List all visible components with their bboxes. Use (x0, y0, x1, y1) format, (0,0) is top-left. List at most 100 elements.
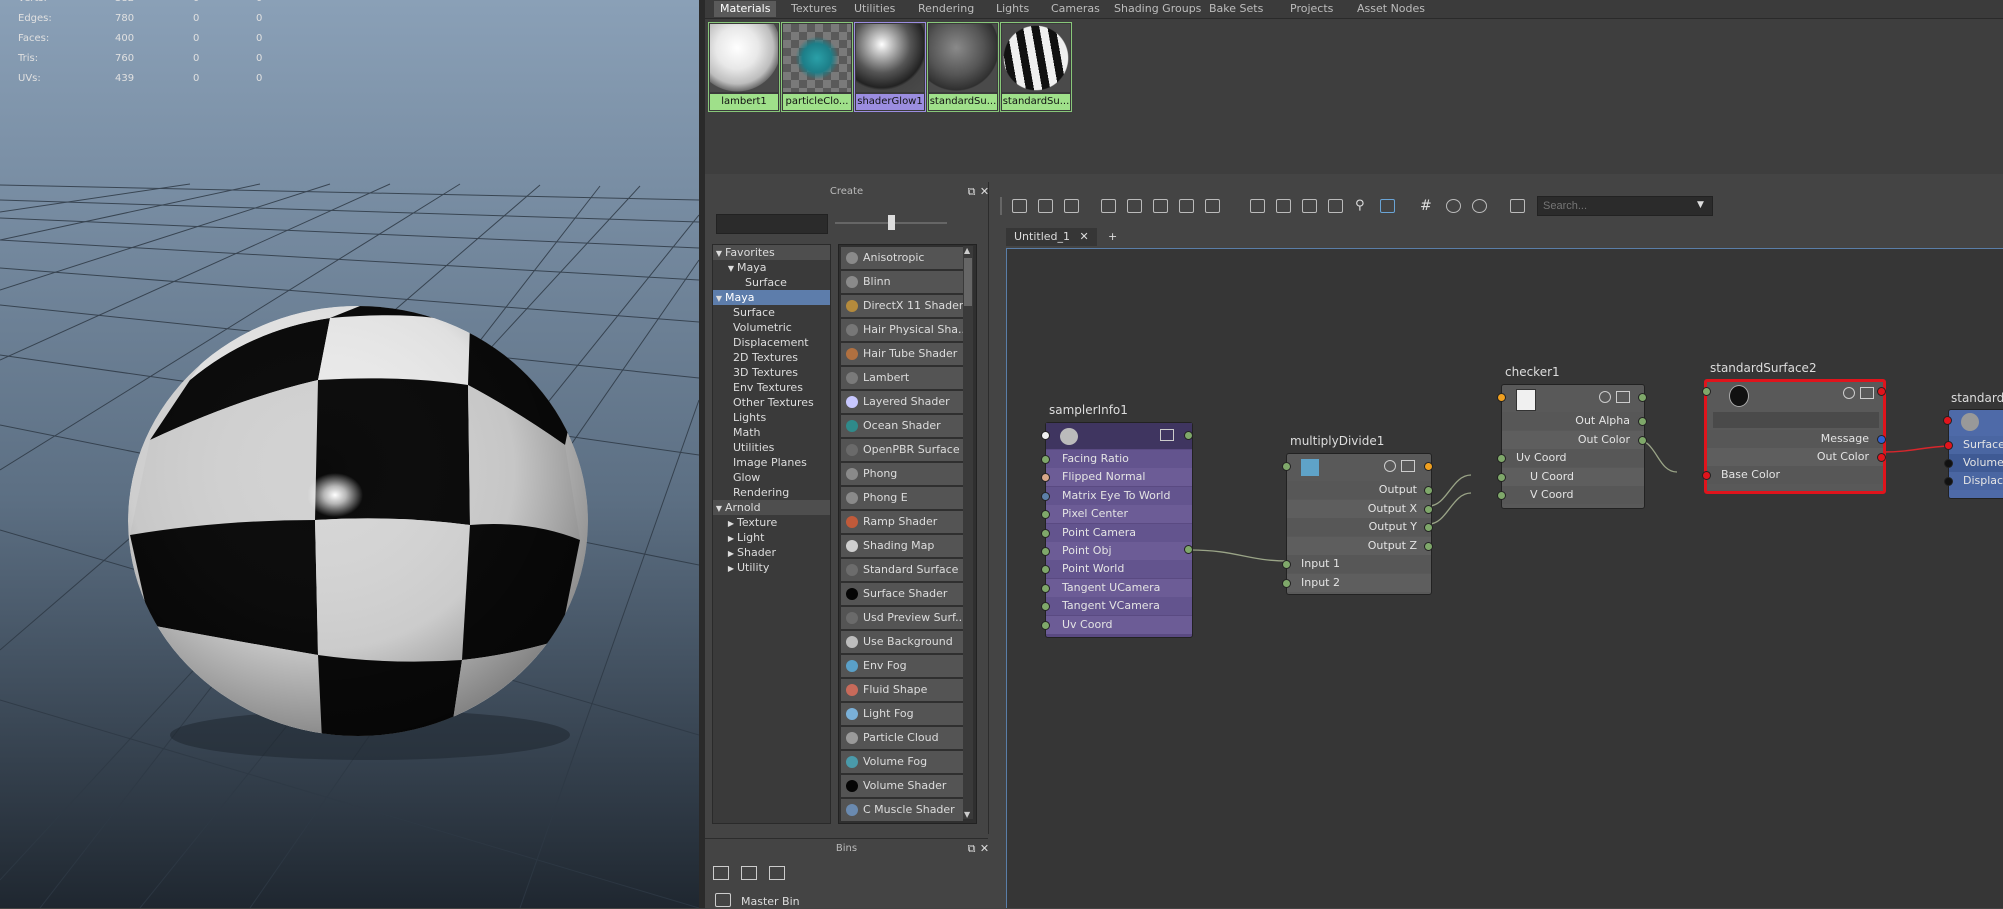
node-attribute-row[interactable]: Uv Coord (1046, 615, 1192, 634)
create-node-item[interactable]: Standard Surface (841, 559, 963, 581)
node-attribute-row[interactable]: Base Color (1707, 466, 1883, 484)
create-node-item[interactable]: Use Background (841, 631, 963, 653)
tree-item[interactable]: Displacement (713, 335, 830, 350)
node-input-port[interactable] (1943, 416, 1952, 425)
create-node-item[interactable]: Env Fog (841, 655, 963, 677)
pin-icon[interactable] (1380, 199, 1395, 213)
search-icon[interactable]: ⚲ (1355, 198, 1365, 213)
close-panel-icon[interactable]: ✕ (979, 186, 990, 197)
expand-arrow-icon[interactable]: ▼ (713, 291, 725, 306)
attribute-output-port[interactable] (1424, 541, 1433, 551)
attribute-output-port[interactable] (1424, 523, 1433, 532)
node-attribute-row[interactable]: Output X (1287, 499, 1431, 518)
collapse-arrow-icon[interactable]: ▶ (725, 546, 737, 561)
attribute-port[interactable] (1041, 491, 1050, 501)
node-attribute-row[interactable]: Output (1287, 481, 1431, 499)
node-output-port[interactable] (1638, 393, 1647, 402)
create-search-input[interactable] (716, 214, 828, 234)
node-attribute-row[interactable]: Out Color (1707, 448, 1883, 466)
add-tab-button[interactable]: + (1100, 228, 1125, 246)
node-attribute-row[interactable]: Point Obj (1046, 542, 1192, 560)
master-bin-label[interactable]: Master Bin (741, 895, 800, 908)
node-swatch-toggle-icon[interactable] (1599, 391, 1611, 403)
clear-graph-icon[interactable] (1179, 199, 1194, 213)
node-attribute-row[interactable]: Tangent VCamera (1046, 597, 1192, 616)
material-swatch[interactable]: lambert1 (708, 22, 780, 112)
tree-item[interactable]: Image Planes (713, 455, 830, 470)
node-title-shading-group[interactable]: standardS (1951, 391, 2003, 405)
node-standardsurface2[interactable]: Message Out Color Base Color (1702, 379, 1886, 494)
node-attribute-row[interactable]: Input 1 (1287, 555, 1431, 573)
create-node-item[interactable]: Hair Tube Shader (841, 343, 963, 365)
material-swatch[interactable]: particleClo... (781, 22, 853, 112)
tree-item[interactable]: Glow (713, 470, 830, 485)
create-node-item[interactable]: Blinn (841, 271, 963, 293)
attribute-input-port[interactable] (1944, 477, 1953, 486)
create-node-item[interactable]: Ramp Shader (841, 511, 963, 533)
grid-toggle-icon[interactable]: # (1420, 198, 1432, 214)
tree-item[interactable]: ▼ Maya (713, 260, 830, 275)
expand-arrow-icon[interactable]: ▼ (725, 261, 737, 276)
tab-cameras[interactable]: Cameras (1045, 1, 1106, 17)
create-node-item[interactable]: Light Fog (841, 703, 963, 725)
float-panel-icon[interactable]: ⧉ (966, 843, 977, 854)
node-list-scrollbar[interactable]: ▲ ▼ (963, 246, 973, 819)
attribute-port[interactable] (1041, 528, 1050, 538)
attribute-input-port[interactable] (1944, 459, 1953, 468)
bin-import-icon[interactable] (769, 866, 785, 880)
tree-item[interactable]: ▶ Light (713, 530, 830, 545)
node-attribute-row[interactable]: Point Camera (1046, 523, 1192, 542)
tree-item[interactable]: Rendering (713, 485, 830, 500)
scroll-down-icon[interactable]: ▼ (964, 810, 970, 819)
node-list-scroll-thumb[interactable] (964, 258, 972, 306)
attribute-output-port[interactable] (1638, 417, 1647, 426)
toggle-swatches-icon[interactable] (1205, 199, 1220, 213)
tree-item[interactable]: Utilities (713, 440, 830, 455)
node-editor-search-input[interactable] (1537, 196, 1713, 216)
node-input-port[interactable] (1497, 393, 1506, 402)
node-attribute-row[interactable]: Message (1707, 430, 1883, 448)
node-attribute-row[interactable]: Displace (1949, 472, 2003, 490)
attribute-input-port[interactable] (1944, 441, 1953, 450)
node-options-icon[interactable] (1860, 387, 1874, 399)
create-node-item[interactable]: Anisotropic (841, 247, 963, 269)
custom-mode-icon[interactable] (1328, 199, 1343, 213)
tree-item[interactable]: ▶ Utility (713, 560, 830, 575)
attribute-input-port[interactable] (1497, 472, 1506, 482)
attribute-input-port[interactable] (1497, 454, 1506, 463)
arrange-graph-icon[interactable] (1127, 199, 1142, 213)
node-attribute-row[interactable]: Volume (1949, 454, 2003, 472)
create-node-item[interactable]: Fluid Shape (841, 679, 963, 701)
create-node-item[interactable]: Usd Preview Surf... (841, 607, 963, 629)
node-name-field[interactable] (1713, 412, 1879, 428)
create-node-item[interactable]: Hair Physical Sha... (841, 319, 963, 341)
create-node-item[interactable]: Phong E (841, 487, 963, 509)
3d-viewport[interactable]: Verts: 382 0 0 Edges: 780 0 0 Faces: 400 0 0 Tris: 76… (0, 0, 699, 908)
node-checker1[interactable]: Out Alpha Out Color Uv Coord U Coord V Coord (1497, 384, 1647, 509)
node-samplerinfo1[interactable]: Facing Ratio Flipped Normal Matrix Eye To … (1041, 422, 1193, 638)
node-attribute-row[interactable]: Flipped Normal (1046, 468, 1192, 487)
connected-mode-icon[interactable] (1276, 199, 1291, 213)
snap-to-grid-icon[interactable] (1446, 199, 1461, 213)
tab-utilities[interactable]: Utilities (848, 1, 901, 17)
create-node-item[interactable]: C Muscle Shader (841, 799, 963, 821)
node-swatch-toggle-icon[interactable] (1843, 387, 1855, 399)
simple-mode-icon[interactable] (1250, 199, 1265, 213)
node-attribute-row[interactable]: V Coord (1502, 486, 1644, 504)
node-attribute-row[interactable]: Matrix Eye To World (1046, 486, 1192, 505)
tab-asset-nodes[interactable]: Asset Nodes (1351, 1, 1431, 17)
node-attribute-row[interactable]: Out Alpha (1502, 412, 1644, 430)
float-panel-icon[interactable]: ⧉ (966, 186, 977, 197)
tree-item[interactable]: ▶ Texture (713, 515, 830, 530)
remove-selected-icon[interactable] (1153, 199, 1168, 213)
create-node-item[interactable]: Lambert (841, 367, 963, 389)
icon-size-slider-handle[interactable] (888, 215, 895, 230)
tab-rendering[interactable]: Rendering (912, 1, 980, 17)
collapse-arrow-icon[interactable]: ▶ (725, 516, 737, 531)
node-attribute-row[interactable]: Output Y (1287, 518, 1431, 536)
tab-projects[interactable]: Projects (1284, 1, 1339, 17)
node-input-port[interactable] (1702, 387, 1711, 396)
graph-both-connections-icon[interactable] (1038, 199, 1053, 213)
create-node-item[interactable]: Volume Fog (841, 751, 963, 773)
tree-item[interactable]: Other Textures (713, 395, 830, 410)
